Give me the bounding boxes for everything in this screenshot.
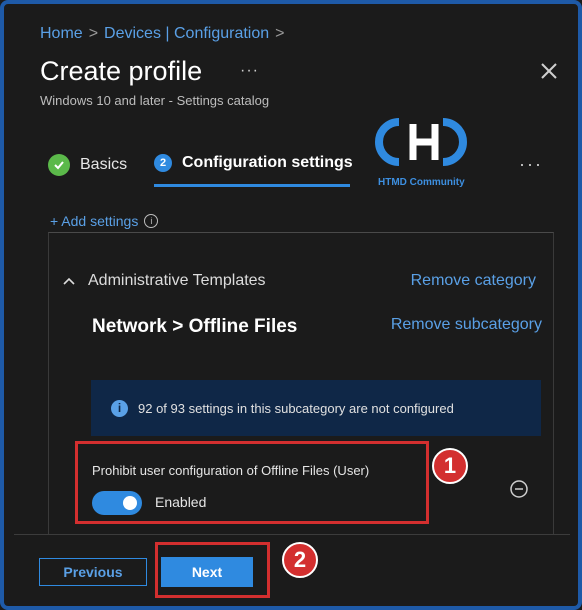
tab-basics[interactable]: Basics (48, 154, 127, 176)
enabled-toggle[interactable] (92, 491, 142, 515)
setting-name: Prohibit user configuration of Offline F… (92, 463, 370, 478)
add-settings-link[interactable]: + Add settings i (50, 213, 159, 229)
htmd-logo: HTMD Community (369, 112, 479, 188)
remove-setting-icon[interactable] (509, 479, 529, 499)
toggle-knob (123, 496, 137, 510)
tabs-more-button[interactable]: ··· (519, 154, 543, 175)
watermark-text: HTMD Community (378, 177, 465, 188)
subcategory-title: Network > Offline Files (92, 316, 298, 337)
screenshot-frame: Home > Devices | Configuration > Create pro… (0, 0, 582, 610)
previous-button[interactable]: Previous (39, 558, 147, 586)
chevron-up-icon (63, 277, 75, 285)
breadcrumb-devices-configuration[interactable]: Devices | Configuration (104, 25, 269, 42)
info-icon[interactable]: i (144, 214, 159, 228)
htmd-logo-icon (375, 118, 467, 166)
category-name: Administrative Templates (88, 272, 266, 289)
page-subtitle: Windows 10 and later - Settings catalog (40, 93, 270, 108)
tab-configuration-settings[interactable]: 2 Configuration settings (154, 154, 353, 172)
page-title: Create profile (40, 56, 203, 86)
callout-badge-1: 1 (432, 448, 468, 484)
info-icon: i (111, 399, 128, 417)
chevron-right-icon: > (88, 25, 99, 42)
breadcrumb-home[interactable]: Home (40, 25, 83, 42)
toggle-label: Enabled (155, 494, 207, 510)
tab-basics-label: Basics (80, 156, 128, 173)
more-options-button[interactable]: ··· (240, 62, 259, 80)
callout-badge-2: 2 (282, 542, 318, 578)
next-button[interactable]: Next (161, 557, 253, 587)
step-number-badge: 2 (154, 154, 172, 172)
tab-configuration-settings-label: Configuration settings (182, 154, 353, 171)
active-tab-indicator (154, 184, 350, 187)
category-header[interactable]: Administrative Templates (62, 272, 266, 290)
info-banner: i 92 of 93 settings in this subcategory … (91, 380, 541, 436)
remove-subcategory-link[interactable]: Remove subcategory (391, 316, 542, 334)
create-profile-panel: Home > Devices | Configuration > Create pro… (14, 4, 570, 606)
checkmark-icon (48, 154, 70, 176)
remove-category-link[interactable]: Remove category (411, 272, 536, 290)
chevron-right-icon: > (275, 25, 285, 42)
breadcrumb: Home > Devices | Configuration > (40, 25, 291, 43)
add-settings-label: + Add settings (50, 213, 139, 229)
info-banner-text: 92 of 93 settings in this subcategory ar… (138, 400, 454, 416)
close-icon[interactable] (538, 60, 560, 82)
